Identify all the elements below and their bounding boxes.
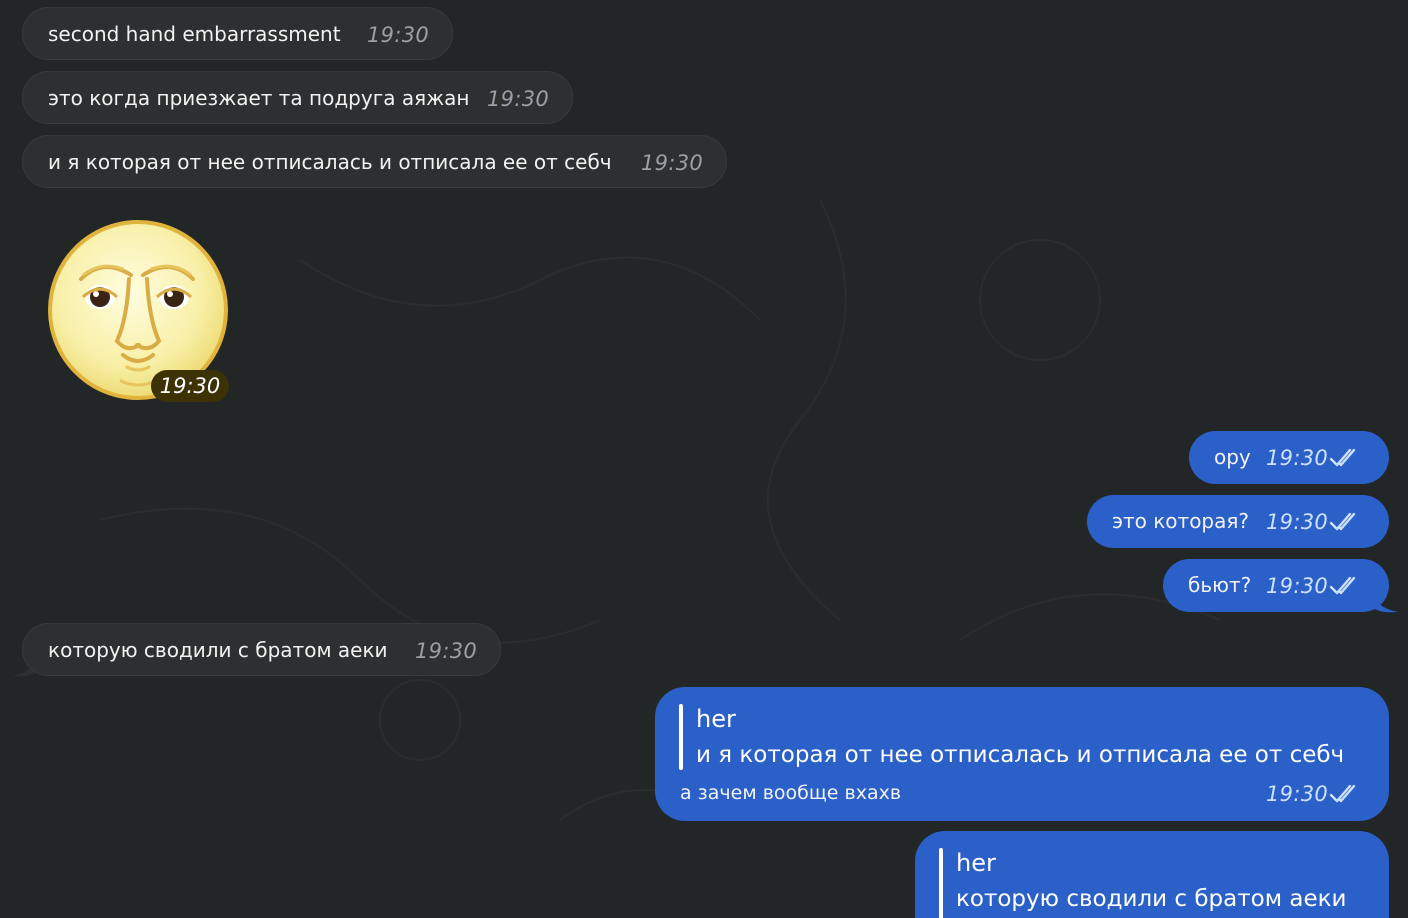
message-bubble-outgoing-reply[interactable]: her которую сводили с братом аеки (915, 831, 1389, 918)
reply-author: her (696, 705, 736, 733)
message-text: бьют? (1188, 573, 1252, 597)
message-bubble-outgoing[interactable]: ору 19:30 (1189, 431, 1389, 484)
message-time: 19:30 (415, 639, 478, 663)
double-check-icon (1329, 784, 1356, 803)
message-text: second hand embarrassment (48, 22, 341, 46)
message-time: 19:30 (487, 87, 550, 111)
message-text: а зачем вообще вхахв (680, 782, 902, 804)
reply-author: her (956, 849, 996, 877)
message-text: ору (1214, 445, 1251, 469)
message-time: 19:30 (1266, 510, 1329, 534)
double-check-icon (1329, 448, 1356, 467)
message-time: 19:30 (1266, 446, 1329, 470)
message-bubble-outgoing-reply[interactable]: her и я которая от нее отписалась и отпи… (655, 687, 1389, 821)
double-check-icon (1329, 512, 1356, 531)
message-time: 19:30 (367, 23, 430, 47)
message-time: 19:30 (1266, 574, 1329, 598)
message-time: 19:30 (1266, 782, 1329, 806)
message-bubble-incoming[interactable]: и я которая от нее отписалась и отписала… (22, 135, 727, 188)
double-check-icon (1329, 576, 1356, 595)
message-text: и я которая от нее отписалась и отписала… (48, 150, 612, 174)
reply-quoted-text: и я которая от нее отписалась и отписала… (696, 742, 1345, 768)
message-bubble-outgoing[interactable]: бьют? 19:30 (1163, 559, 1389, 612)
reply-quote-bar (939, 848, 943, 918)
message-bubble-incoming[interactable]: которую сводили с братом аеки 19:30 (22, 623, 501, 676)
reply-quoted-text: которую сводили с братом аеки (956, 886, 1347, 912)
message-time: 19:30 (641, 151, 704, 175)
reply-quote-bar (679, 704, 683, 770)
message-bubble-incoming[interactable]: это когда приезжает та подруга аяжан 19:… (22, 71, 573, 124)
message-text: это которая? (1112, 509, 1250, 533)
message-text: которую сводили с братом аеки (48, 638, 388, 662)
sticker-time-badge: 19:30 (151, 370, 229, 402)
message-bubble-outgoing[interactable]: это которая? 19:30 (1087, 495, 1389, 548)
message-bubble-incoming[interactable]: second hand embarrassment 19:30 (22, 7, 453, 60)
message-text: это когда приезжает та подруга аяжан (48, 86, 470, 110)
